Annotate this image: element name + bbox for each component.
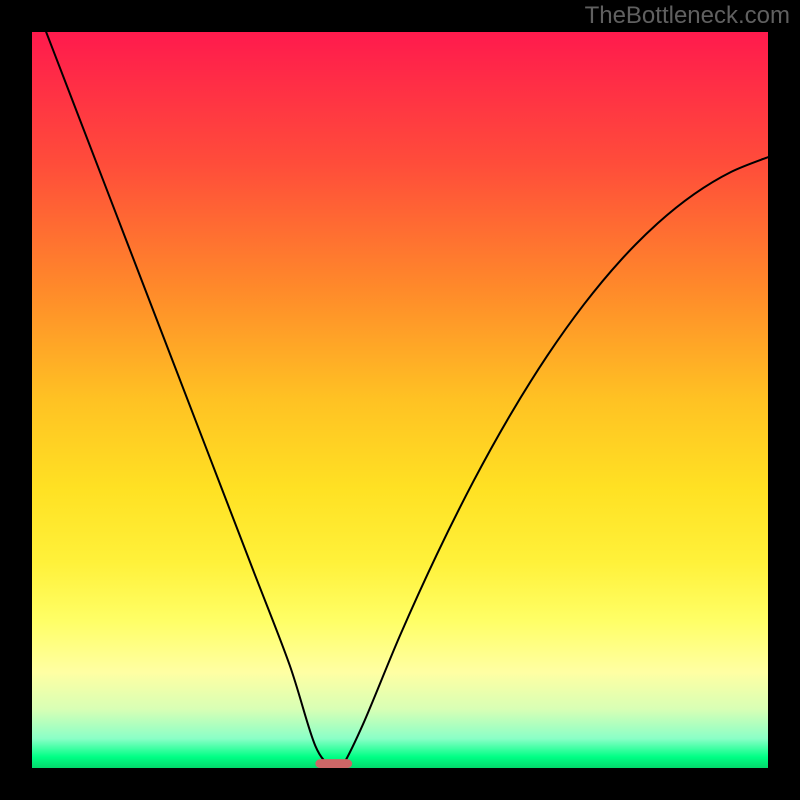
bottleneck-chart [32, 32, 768, 768]
watermark-text: TheBottleneck.com [585, 2, 790, 30]
optimal-point-marker [315, 759, 352, 768]
plot-area [32, 32, 768, 768]
bottleneck-curve [32, 32, 768, 768]
chart-frame: TheBottleneck.com [0, 0, 800, 800]
